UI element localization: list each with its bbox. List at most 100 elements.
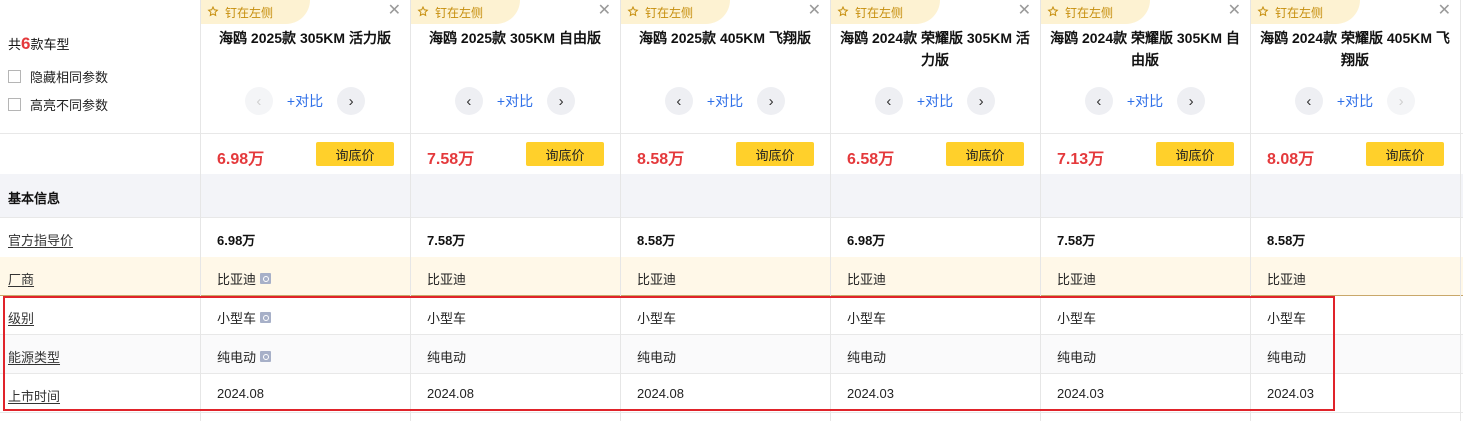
search-icon[interactable]	[260, 273, 272, 284]
close-icon[interactable]: ✕	[808, 3, 821, 19]
dealer-price: 7.58万	[427, 151, 475, 168]
price-cell: 7.13万 询底价	[1040, 134, 1250, 174]
pin-label: 钉在左侧	[1065, 5, 1114, 20]
chevron-right-icon[interactable]: ›	[1387, 87, 1416, 115]
spec-value-text: 6.98万	[847, 233, 886, 248]
ask-price-button[interactable]: 询底价	[316, 142, 394, 166]
model-count: 共6款车型	[8, 34, 70, 53]
chevron-left-icon[interactable]: ‹	[454, 87, 483, 115]
hide-same-checkbox[interactable]: 隐藏相同参数	[8, 67, 108, 86]
chevron-right-icon[interactable]: ›	[757, 87, 786, 115]
pin-left-button[interactable]: 钉在左侧	[200, 0, 310, 24]
price-cell: 7.58万 询底价	[410, 134, 620, 174]
car-title: 海鸥 2024款 荣耀版 305KM 自由版	[1050, 30, 1240, 68]
spec-value-text: 8.58万	[637, 233, 676, 248]
add-compare-link[interactable]: +对比	[287, 91, 323, 111]
car-column-header: 钉在左侧 ✕ 海鸥 2024款 荣耀版 405KM 飞翔版 ‹ +对比 ›	[1250, 0, 1460, 133]
car-title: 海鸥 2025款 405KM 飞翔版	[639, 30, 811, 46]
divider	[0, 217, 1463, 218]
chevron-right-icon[interactable]: ›	[337, 87, 366, 115]
chevron-right-icon[interactable]: ›	[1177, 87, 1206, 115]
pin-label: 钉在左侧	[435, 5, 484, 20]
compare-controls: ‹ +对比 ›	[410, 86, 620, 116]
pin-left-button[interactable]: 钉在左侧	[1040, 0, 1150, 24]
close-icon[interactable]: ✕	[598, 3, 611, 19]
close-icon[interactable]: ✕	[1228, 3, 1241, 19]
add-compare-link[interactable]: +对比	[917, 91, 953, 111]
car-column-header: 钉在左侧 ✕ 海鸥 2025款 305KM 活力版 ‹ +对比 ›	[200, 0, 410, 133]
dealer-price: 8.08万	[1267, 151, 1315, 168]
pin-icon	[627, 6, 639, 17]
chevron-left-icon[interactable]: ‹	[664, 87, 693, 115]
compare-side-panel: 共6款车型 隐藏相同参数 高亮不同参数	[0, 0, 200, 133]
pin-label: 钉在左侧	[225, 5, 274, 20]
compare-controls: ‹ +对比 ›	[200, 86, 410, 116]
car-title: 海鸥 2025款 305KM 活力版	[219, 30, 391, 46]
close-icon[interactable]: ✕	[388, 3, 401, 19]
highlight-diff-checkbox[interactable]: 高亮不同参数	[8, 95, 108, 114]
car-column-header: 钉在左侧 ✕ 海鸥 2025款 405KM 飞翔版 ‹ +对比 ›	[620, 0, 830, 133]
ask-price-button[interactable]: 询底价	[526, 142, 604, 166]
compare-controls: ‹ +对比 ›	[1040, 86, 1250, 116]
price-cell: 6.58万 询底价	[830, 134, 1040, 174]
spec-value-text: 7.58万	[1057, 233, 1096, 248]
chevron-left-icon[interactable]: ‹	[244, 87, 273, 115]
checkbox-box[interactable]	[8, 98, 21, 111]
checkbox-box[interactable]	[8, 70, 21, 83]
price-cell: 6.98万 询底价	[200, 134, 410, 174]
dealer-price: 7.13万	[1057, 151, 1105, 168]
row-label-maker[interactable]: 厂商	[8, 269, 34, 288]
section-title: 基本信息	[8, 191, 61, 206]
pin-label: 钉在左侧	[645, 5, 694, 20]
spec-msrp-value: 8.58万	[1267, 230, 1305, 249]
column-divider	[1460, 0, 1461, 421]
spec-maker-value: 比亚迪	[217, 269, 272, 288]
dealer-price: 6.58万	[847, 151, 895, 168]
chevron-left-icon[interactable]: ‹	[874, 87, 903, 115]
pin-icon	[1257, 6, 1269, 17]
dealer-price: 8.58万	[637, 151, 685, 168]
car-title: 海鸥 2025款 305KM 自由版	[429, 30, 601, 46]
spec-maker-value: 比亚迪	[1057, 269, 1096, 288]
spec-msrp-value: 6.98万	[847, 230, 885, 249]
add-compare-link[interactable]: +对比	[707, 91, 743, 111]
car-title: 海鸥 2024款 荣耀版 405KM 飞翔版	[1260, 30, 1450, 68]
close-icon[interactable]: ✕	[1018, 3, 1031, 19]
spec-value-text: 比亚迪	[847, 272, 887, 287]
chevron-left-icon[interactable]: ‹	[1084, 87, 1113, 115]
divider	[0, 133, 1463, 134]
pin-left-button[interactable]: 钉在左侧	[620, 0, 730, 24]
car-column-header: 钉在左侧 ✕ 海鸥 2024款 荣耀版 305KM 自由版 ‹ +对比 ›	[1040, 0, 1250, 133]
add-compare-link[interactable]: +对比	[497, 91, 533, 111]
price-cell: 8.58万 询底价	[620, 134, 830, 174]
highlight-diff-label: 高亮不同参数	[30, 98, 109, 113]
spec-maker-value: 比亚迪	[637, 269, 676, 288]
spec-value-text: 7.58万	[427, 233, 466, 248]
close-icon[interactable]: ✕	[1438, 3, 1451, 19]
spec-msrp-value: 7.58万	[1057, 230, 1095, 249]
spec-value-text: 8.58万	[1267, 233, 1306, 248]
pin-icon	[1047, 6, 1059, 17]
add-compare-link[interactable]: +对比	[1127, 91, 1163, 111]
chevron-right-icon[interactable]: ›	[547, 87, 576, 115]
spec-msrp-value: 8.58万	[637, 230, 675, 249]
pin-left-button[interactable]: 钉在左侧	[1250, 0, 1360, 24]
spec-msrp-value: 7.58万	[427, 230, 465, 249]
spec-value-text: 比亚迪	[1057, 272, 1097, 287]
pin-left-button[interactable]: 钉在左侧	[410, 0, 520, 24]
chevron-left-icon[interactable]: ‹	[1294, 87, 1323, 115]
price-cell: 8.08万 询底价	[1250, 134, 1460, 174]
spec-msrp-value: 6.98万	[217, 230, 255, 249]
ask-price-button[interactable]: 询底价	[946, 142, 1024, 166]
ask-price-button[interactable]: 询底价	[1366, 142, 1444, 166]
compare-controls: ‹ +对比 ›	[830, 86, 1040, 116]
pin-label: 钉在左侧	[1275, 5, 1324, 20]
chevron-right-icon[interactable]: ›	[967, 87, 996, 115]
car-column-header: 钉在左侧 ✕ 海鸥 2025款 305KM 自由版 ‹ +对比 ›	[410, 0, 620, 133]
section-basic-info: 基本信息	[0, 174, 1463, 217]
ask-price-button[interactable]: 询底价	[736, 142, 814, 166]
add-compare-link[interactable]: +对比	[1337, 91, 1373, 111]
row-label-msrp[interactable]: 官方指导价	[8, 230, 73, 249]
pin-left-button[interactable]: 钉在左侧	[830, 0, 940, 24]
ask-price-button[interactable]: 询底价	[1156, 142, 1234, 166]
